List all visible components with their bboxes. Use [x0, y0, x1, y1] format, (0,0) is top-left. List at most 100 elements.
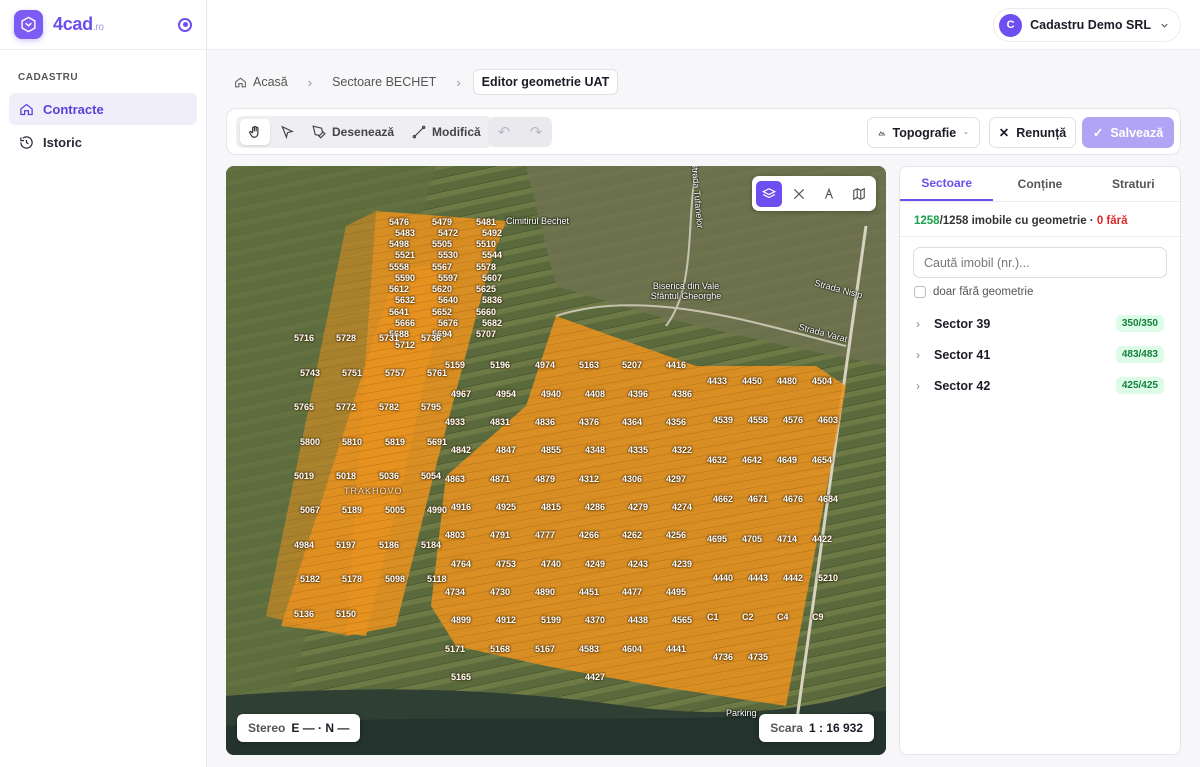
- parcel-label[interactable]: 5660: [476, 307, 496, 317]
- parcel-label[interactable]: 5782: [379, 402, 399, 412]
- parcel-label[interactable]: 5578: [476, 262, 496, 272]
- parcel-label[interactable]: 5207: [622, 360, 642, 370]
- parcel-label[interactable]: 4427: [585, 672, 605, 682]
- parcel-label[interactable]: 5682: [482, 318, 502, 328]
- parcel-label[interactable]: 5476: [389, 217, 409, 227]
- parcel-label[interactable]: 4495: [666, 587, 686, 597]
- parcel-label[interactable]: 5652: [432, 307, 452, 317]
- filter-without-geometry[interactable]: doar fără geometrie: [914, 286, 1180, 298]
- parcel-label[interactable]: 5054: [421, 471, 441, 481]
- parcel-label[interactable]: 4933: [445, 417, 465, 427]
- parcel-label[interactable]: 4836: [535, 417, 555, 427]
- parcel-label[interactable]: 4912: [496, 615, 516, 625]
- parcel-label[interactable]: 5728: [336, 333, 356, 343]
- parcel-label[interactable]: 4370: [585, 615, 605, 625]
- parcel-label[interactable]: 5743: [300, 368, 320, 378]
- parcel-label[interactable]: 5800: [300, 437, 320, 447]
- map-icon[interactable]: [846, 181, 872, 207]
- parcel-label[interactable]: 4954: [496, 389, 516, 399]
- parcel-label[interactable]: C9: [812, 612, 824, 622]
- parcel-label[interactable]: 4441: [666, 644, 686, 654]
- parcel-label[interactable]: 4286: [585, 502, 605, 512]
- parcel-label[interactable]: 5472: [438, 228, 458, 238]
- parcel-label[interactable]: 4376: [579, 417, 599, 427]
- parcel-label[interactable]: 5641: [389, 307, 409, 317]
- sector-item[interactable]: › Sector 41 483/483: [900, 339, 1180, 370]
- parcel-label[interactable]: 5567: [432, 262, 452, 272]
- parcel-label[interactable]: 4734: [445, 587, 465, 597]
- parcel-label[interactable]: 5736: [421, 333, 441, 343]
- undo-icon[interactable]: ↶: [498, 123, 511, 141]
- parcel-label[interactable]: 4565: [672, 615, 692, 625]
- parcel-label[interactable]: 5167: [535, 644, 555, 654]
- parcel-label[interactable]: 4803: [445, 530, 465, 540]
- parcel-label[interactable]: 5530: [438, 250, 458, 260]
- parcel-label[interactable]: 4654: [812, 455, 832, 465]
- parcel-label[interactable]: 4815: [541, 502, 561, 512]
- parcel-label[interactable]: 4266: [579, 530, 599, 540]
- parcel-label[interactable]: 5612: [389, 284, 409, 294]
- layers-icon[interactable]: [756, 180, 782, 207]
- parcel-label[interactable]: 5716: [294, 333, 314, 343]
- parcel-label[interactable]: 4262: [622, 530, 642, 540]
- parcel-label[interactable]: 5197: [336, 540, 356, 550]
- parcel-label[interactable]: 5505: [432, 239, 452, 249]
- parcel-label[interactable]: 4916: [451, 502, 471, 512]
- parcel-label[interactable]: 4408: [585, 389, 605, 399]
- parcel-label[interactable]: 5098: [385, 574, 405, 584]
- parcel-label[interactable]: 4925: [496, 502, 516, 512]
- parcel-label[interactable]: 5182: [300, 574, 320, 584]
- parcel-label[interactable]: 5492: [482, 228, 502, 238]
- redo-icon[interactable]: ↷: [530, 123, 543, 141]
- parcel-label[interactable]: 5819: [385, 437, 405, 447]
- map-view[interactable]: Cimitirul Bechet Biserica din Vale Sfânt…: [226, 166, 886, 755]
- parcel-label[interactable]: 5189: [342, 505, 362, 515]
- sector-item[interactable]: › Sector 42 425/425: [900, 370, 1180, 401]
- parcel-label[interactable]: 5186: [379, 540, 399, 550]
- parcel-label[interactable]: 4879: [535, 474, 555, 484]
- parcel-label[interactable]: 4440: [713, 573, 733, 583]
- parcel-label[interactable]: 4243: [628, 559, 648, 569]
- parcel-label[interactable]: 4443: [748, 573, 768, 583]
- modify-tool-button[interactable]: Modifică: [404, 119, 489, 145]
- parcel-label[interactable]: 4604: [622, 644, 642, 654]
- parcel-label[interactable]: 4974: [535, 360, 555, 370]
- parcel-label[interactable]: 4847: [496, 445, 516, 455]
- parcel-label[interactable]: 4735: [748, 652, 768, 662]
- sidebar-item-istoric[interactable]: Istoric: [9, 126, 197, 158]
- parcel-label[interactable]: 4705: [742, 534, 762, 544]
- parcel-label[interactable]: 4438: [628, 615, 648, 625]
- pan-tool-button[interactable]: [240, 119, 270, 145]
- parcel-label[interactable]: C2: [742, 612, 754, 622]
- parcel-label[interactable]: 4422: [812, 534, 832, 544]
- parcel-label[interactable]: 4450: [742, 376, 762, 386]
- parcel-label[interactable]: 5018: [336, 471, 356, 481]
- parcel-label[interactable]: 5751: [342, 368, 362, 378]
- parcel-label[interactable]: 5178: [342, 574, 362, 584]
- parcel-label[interactable]: 5150: [336, 609, 356, 619]
- parcel-label[interactable]: 4396: [628, 389, 648, 399]
- parcel-label[interactable]: 5118: [427, 574, 447, 584]
- parcel-label[interactable]: 5136: [294, 609, 314, 619]
- parcel-label[interactable]: 4239: [672, 559, 692, 569]
- parcel-label[interactable]: 4558: [748, 415, 768, 425]
- parcel-label[interactable]: 4306: [622, 474, 642, 484]
- parcel-label[interactable]: 5590: [395, 273, 415, 283]
- parcel-label[interactable]: 4279: [628, 502, 648, 512]
- parcel-label[interactable]: 5196: [490, 360, 510, 370]
- parcel-label[interactable]: 5171: [445, 644, 465, 654]
- parcel-label[interactable]: 5521: [395, 250, 415, 260]
- satellite-icon[interactable]: [786, 181, 812, 207]
- sector-item[interactable]: › Sector 39 350/350: [900, 308, 1180, 339]
- checkbox[interactable]: [914, 286, 926, 298]
- parcel-label[interactable]: C1: [707, 612, 719, 622]
- parcel-label[interactable]: 4322: [672, 445, 692, 455]
- parcel-label[interactable]: 5607: [482, 273, 502, 283]
- tab-straturi[interactable]: Straturi: [1087, 167, 1180, 201]
- parcel-label[interactable]: 4356: [666, 417, 686, 427]
- parcel-label[interactable]: 5810: [342, 437, 362, 447]
- sidebar-toggle-icon[interactable]: [178, 17, 192, 32]
- parcel-label[interactable]: 4684: [818, 494, 838, 504]
- parcel-label[interactable]: 5544: [482, 250, 502, 260]
- parcel-label[interactable]: 4632: [707, 455, 727, 465]
